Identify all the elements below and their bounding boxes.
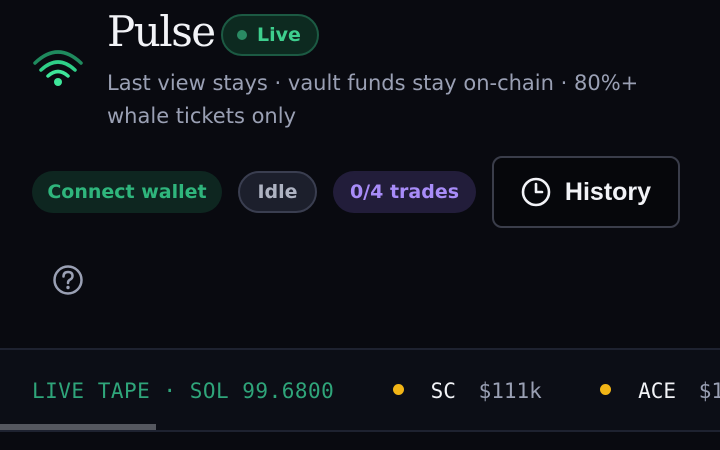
tape-item: ACE $1	[600, 376, 720, 406]
tape-price: $111k	[478, 379, 542, 403]
live-dot-icon	[237, 30, 247, 40]
connect-wallet-button[interactable]: Connect wallet	[32, 171, 222, 213]
wifi-signal-icon	[33, 50, 83, 86]
clock-icon	[521, 177, 551, 207]
tape-price: $1	[698, 379, 720, 403]
app-title: Pulse	[107, 7, 216, 56]
tape-item: SC $111k	[392, 376, 542, 406]
dot-icon	[392, 384, 404, 395]
tape-symbol: ACE	[638, 379, 677, 403]
idle-status-pill: Idle	[238, 171, 317, 213]
question-icon[interactable]	[52, 264, 84, 296]
live-status-badge: Live	[221, 14, 319, 56]
live-tape: LIVE TAPE · SOL 99.6800 SC $111k ACE $1	[0, 348, 720, 432]
tape-symbol: SC	[430, 379, 456, 403]
tape-track: LIVE TAPE · SOL 99.6800 SC $111k ACE $1	[32, 376, 720, 406]
tagline: Last view stays · vault funds stay on-ch…	[107, 71, 639, 128]
dot-icon	[600, 384, 612, 395]
tape-label: LIVE TAPE · SOL 99.6800	[32, 379, 335, 403]
tape-scrollbar[interactable]	[0, 424, 156, 430]
history-button[interactable]: History	[492, 156, 680, 228]
live-status-label: Live	[257, 24, 301, 46]
history-label: History	[564, 177, 652, 206]
trades-count-pill: 0/4 trades	[333, 171, 476, 213]
